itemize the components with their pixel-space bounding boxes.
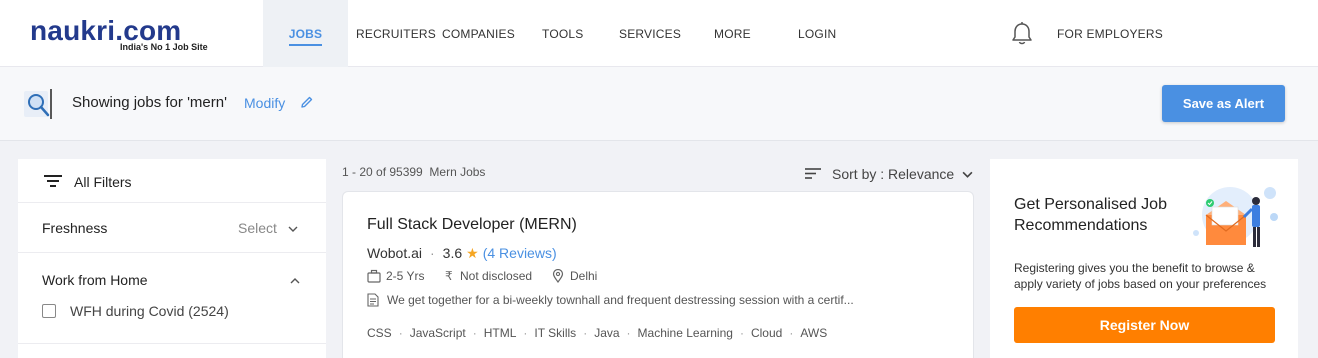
separator-dot: · (430, 245, 435, 261)
search-summary-bar: Showing jobs for 'mern' Modify Save as A… (0, 67, 1318, 141)
location-pin-icon (552, 269, 564, 283)
nav-more[interactable]: MORE (714, 0, 751, 67)
tag-separator: · (523, 326, 528, 340)
skill-tag: AWS (800, 326, 828, 340)
reco-description: Registering gives you the benefit to bro… (1014, 261, 1267, 291)
nav-login[interactable]: LOGIN (798, 0, 836, 67)
sort-dropdown[interactable]: Sort by : Relevance (832, 166, 954, 182)
sort-chevron-down-icon[interactable] (962, 171, 973, 178)
skill-tag: Java (594, 326, 620, 340)
document-icon (367, 293, 379, 307)
results-count: 1 - 20 of 95399 Mern Jobs (342, 165, 485, 179)
wfh-covid-label: WFH during Covid (2524) (70, 303, 229, 319)
all-filters-label: All Filters (74, 174, 132, 190)
wfh-covid-checkbox[interactable] (42, 304, 56, 318)
top-navigation: naukri.com India's No 1 Job Site JOBS RE… (0, 0, 1318, 67)
job-location: Delhi (570, 269, 598, 283)
reco-title: Get Personalised Job Recommendations (1014, 196, 1167, 234)
search-magnifier-icon (24, 89, 52, 119)
filter-divider (18, 343, 326, 344)
tag-separator: · (583, 326, 588, 340)
rating-star-icon: ★ (466, 245, 479, 261)
job-card[interactable]: Full Stack Developer (MERN) Wobot.ai · 3.6… (342, 191, 974, 358)
nav-services[interactable]: SERVICES (619, 0, 681, 67)
nav-companies[interactable]: COMPANIES (442, 0, 515, 67)
results-range: 1 - 20 of 95399 (342, 165, 423, 179)
job-salary: Not disclosed (460, 269, 533, 283)
recommendations-panel: Get Personalised Job Recommendations Reg… (990, 159, 1298, 358)
skill-tag: Cloud (750, 326, 783, 340)
register-now-button[interactable]: Register Now (1014, 307, 1275, 343)
edit-pencil-icon[interactable] (300, 95, 314, 109)
tag-separator: · (626, 326, 631, 340)
tag-separator: · (398, 326, 403, 340)
nav-for-employers[interactable]: FOR EMPLOYERS (1057, 0, 1163, 67)
freshness-select[interactable]: Select (238, 220, 277, 236)
modify-link[interactable]: Modify (244, 95, 285, 111)
freshness-label: Freshness (42, 220, 108, 236)
tag-separator: · (472, 326, 477, 340)
company-row: Wobot.ai · 3.6 ★ (4 Reviews) (367, 245, 557, 262)
tag-separator: · (789, 326, 794, 340)
skill-tag: CSS (367, 326, 392, 340)
save-as-alert-button[interactable]: Save as Alert (1162, 85, 1285, 122)
company-rating: 3.6 (442, 245, 463, 261)
company-name[interactable]: Wobot.ai (367, 245, 422, 261)
tag-separator: · (739, 326, 744, 340)
logo-tagline: India's No 1 Job Site (120, 42, 208, 52)
filters-panel: All Filters Freshness Select Work from H… (18, 159, 326, 358)
skill-tag: Machine Learning (637, 326, 733, 340)
search-query-text: Showing jobs for 'mern' (72, 94, 227, 111)
wfh-option-count: (2524) (188, 303, 229, 319)
skill-tag: HTML (483, 326, 517, 340)
nav-recruiters[interactable]: RECRUITERS (356, 0, 436, 67)
job-experience: 2-5 Yrs (386, 269, 425, 283)
job-skill-tags: CSS · JavaScript · HTML · IT Skills · Java · Machi… (367, 326, 827, 340)
reviews-link[interactable]: (4 Reviews) (483, 245, 557, 261)
all-filters-header[interactable]: All Filters (18, 159, 326, 203)
notification-bell-icon[interactable] (1010, 21, 1034, 47)
skill-tag: IT Skills (534, 326, 577, 340)
envelope-illustration-icon (1193, 187, 1278, 247)
wfh-option-text: WFH during Covid (70, 303, 185, 319)
job-title[interactable]: Full Stack Developer (MERN) (367, 216, 577, 234)
chevron-up-icon[interactable] (290, 278, 300, 284)
results-query-label: Mern Jobs (429, 165, 486, 179)
chevron-down-icon (288, 226, 298, 232)
nav-tools[interactable]: TOOLS (542, 0, 583, 67)
freshness-filter[interactable]: Freshness Select (18, 203, 326, 253)
wfh-filter-title[interactable]: Work from Home (42, 272, 148, 288)
filter-icon (44, 175, 62, 187)
nav-jobs[interactable]: JOBS (263, 0, 348, 67)
job-description: We get together for a bi-weekly townhall… (387, 293, 854, 307)
nav-jobs-label: JOBS (288, 27, 323, 46)
sort-icon[interactable] (805, 167, 821, 180)
naukri-logo[interactable]: naukri.com India's No 1 Job Site (30, 15, 215, 55)
skill-tag: JavaScript (409, 326, 466, 340)
briefcase-icon (367, 269, 381, 283)
rupee-icon: ₹ (445, 269, 453, 283)
